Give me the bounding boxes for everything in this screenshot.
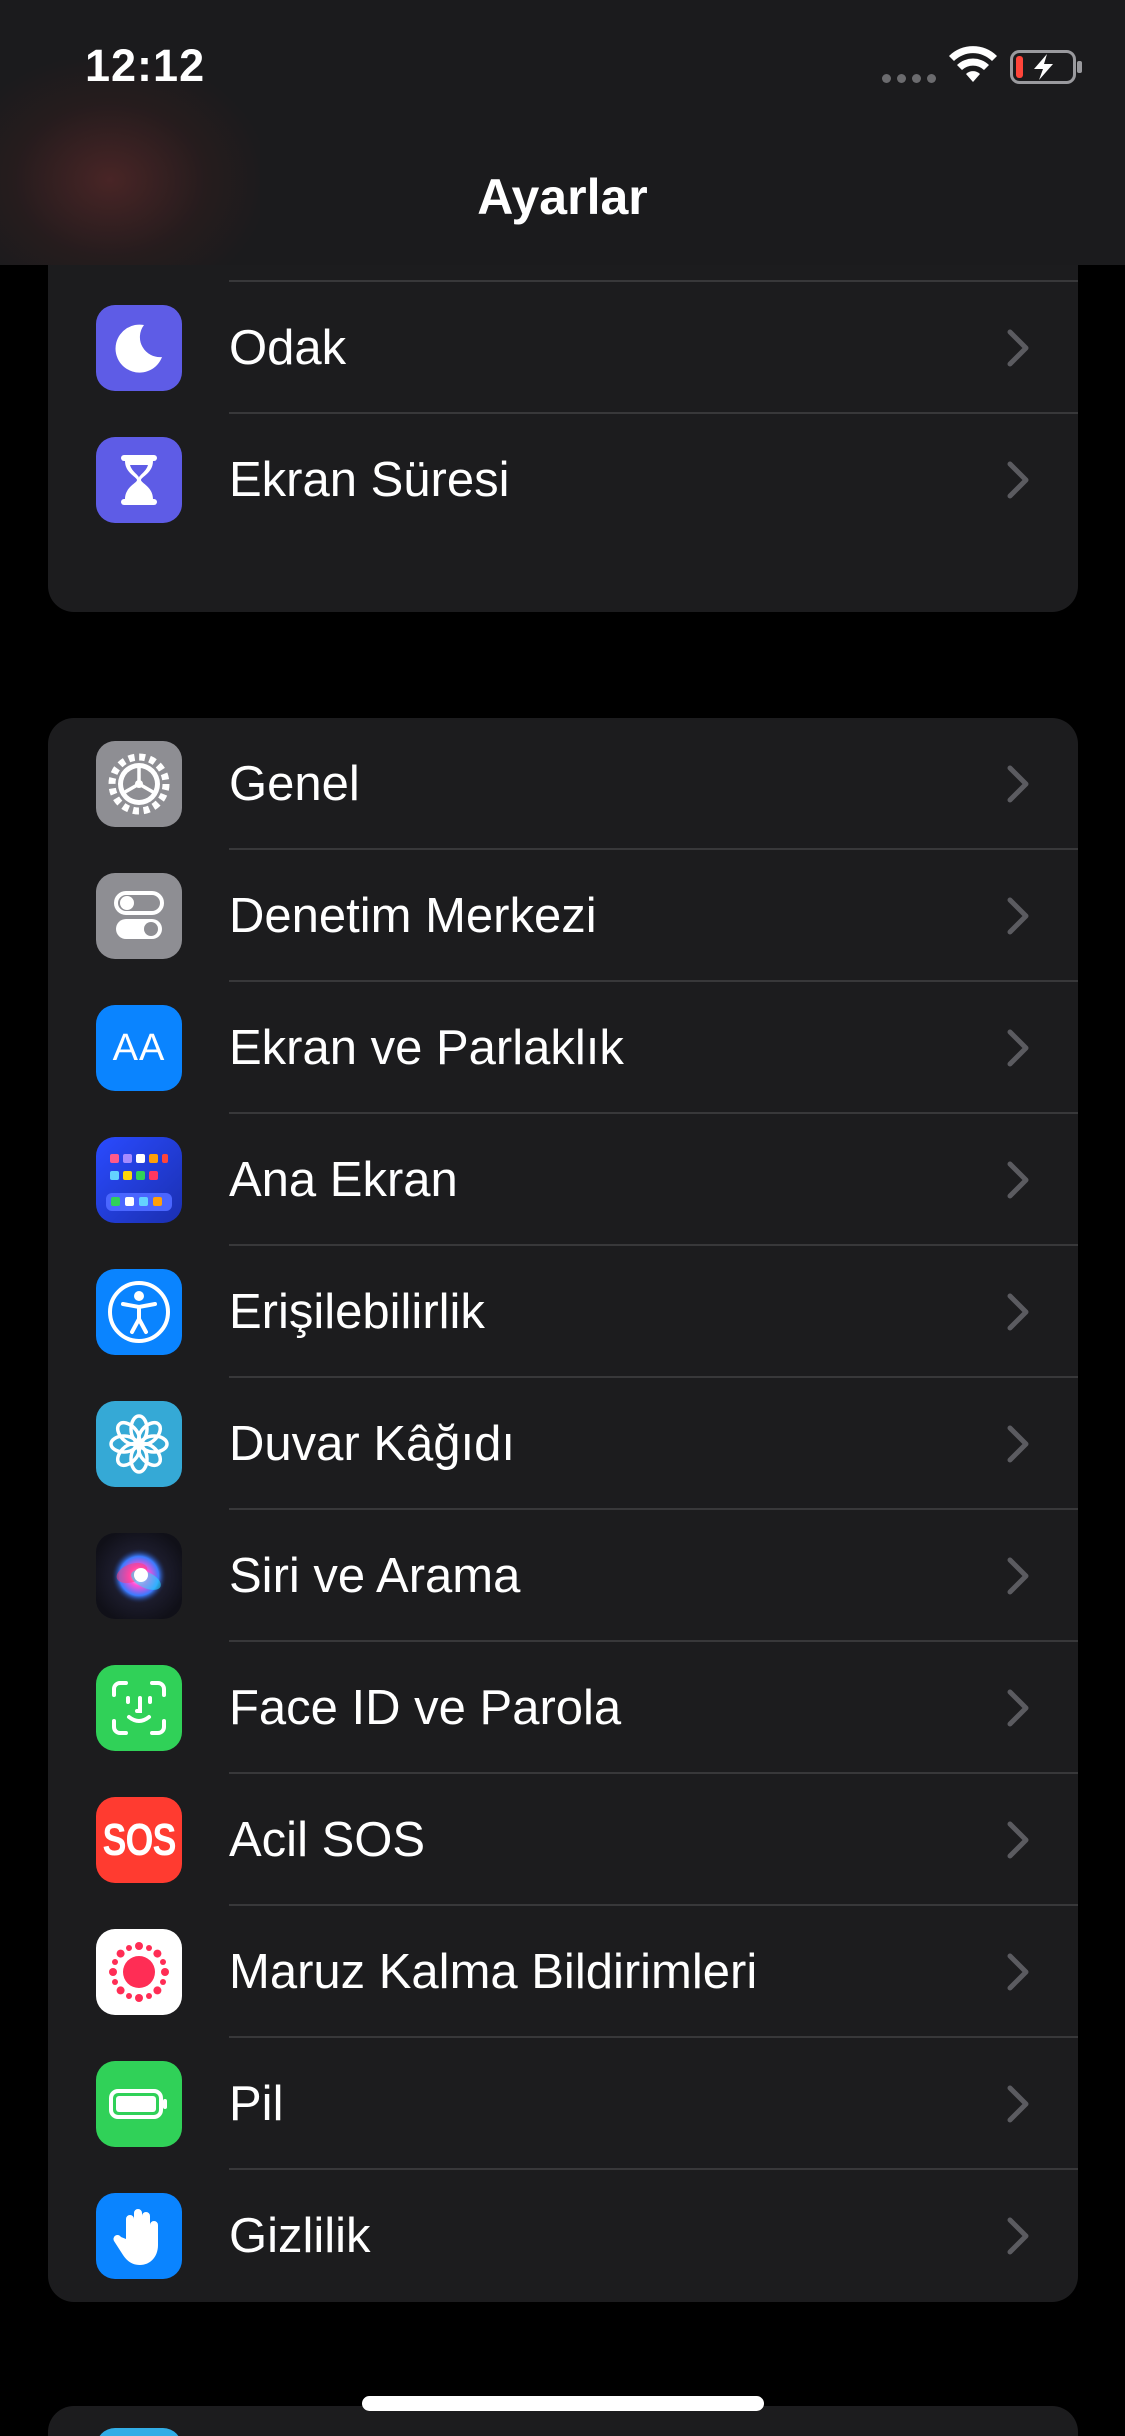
row-label: Siri ve Arama (229, 1549, 521, 1603)
chevron-right-icon (1007, 1029, 1029, 1067)
settings-row-exposure-notifications[interactable]: Maruz Kalma Bildirimleri (48, 1906, 1078, 2038)
settings-group-2: Genel Denetim Merkezi AA Ekran ve Parlak… (48, 718, 1078, 2302)
settings-row-display[interactable]: AA Ekran ve Parlaklık (48, 982, 1078, 1114)
settings-row-focus[interactable]: Odak (48, 282, 1078, 414)
settings-row-wallpaper[interactable]: Duvar Kâğıdı (48, 1378, 1078, 1510)
siri-icon (96, 1533, 182, 1619)
row-label: Face ID ve Parola (229, 1681, 622, 1735)
chevron-right-icon (1007, 1821, 1029, 1859)
row-label: Ana Ekran (229, 1153, 458, 1207)
settings-group-1: Ses ve Dokunuş Odak Ekran Süresi (48, 216, 1078, 612)
battery-charging-icon (1010, 50, 1082, 84)
row-label: Denetim Merkezi (229, 889, 597, 943)
row-label: Ekran Süresi (229, 453, 510, 507)
row-label: Pil (229, 2077, 284, 2131)
chevron-right-icon (1007, 461, 1029, 499)
chevron-right-icon (1007, 1953, 1029, 1991)
settings-row-siri[interactable]: Siri ve Arama (48, 1510, 1078, 1642)
toggles-icon (96, 873, 182, 959)
row-label: Erişilebilirlik (229, 1285, 485, 1339)
row-label: Odak (229, 321, 347, 375)
row-label: Genel (229, 757, 360, 811)
chevron-right-icon (1007, 2217, 1029, 2255)
settings-row-face-id[interactable]: Face ID ve Parola (48, 1642, 1078, 1774)
settings-row-accessibility[interactable]: Erişilebilirlik (48, 1246, 1078, 1378)
chevron-right-icon (1007, 1557, 1029, 1595)
wifi-icon (949, 46, 997, 82)
settings-row-emergency-sos[interactable]: SOS Acil SOS (48, 1774, 1078, 1906)
row-label: Ekran ve Parlaklık (229, 1021, 624, 1075)
hand-icon (96, 2193, 182, 2279)
chevron-right-icon (1007, 765, 1029, 803)
home-grid-icon (96, 1137, 182, 1223)
chevron-right-icon (1007, 329, 1029, 367)
row-label: Gizlilik (229, 2209, 371, 2263)
gear-icon (96, 741, 182, 827)
status-time: 12:12 (85, 40, 206, 91)
battery-icon (96, 2061, 182, 2147)
hourglass-icon (96, 437, 182, 523)
text-size-icon-text: AA (112, 1026, 166, 1069)
row-label: Maruz Kalma Bildirimleri (229, 1945, 758, 1999)
cellular-signal-icon (882, 74, 936, 83)
chevron-right-icon (1007, 2085, 1029, 2123)
chevron-right-icon (1007, 1161, 1029, 1199)
exposure-icon (96, 1929, 182, 2015)
chevron-right-icon (1007, 1293, 1029, 1331)
navigation-header: 12:12 Ayarlar (0, 0, 1125, 265)
sos-icon-text: SOS (102, 1813, 176, 1865)
text-size-icon: AA (96, 1005, 182, 1091)
flower-icon (96, 1401, 182, 1487)
moon-icon (96, 305, 182, 391)
settings-row-battery[interactable]: Pil (48, 2038, 1078, 2170)
settings-row-screen-time[interactable]: Ekran Süresi (48, 414, 1078, 546)
settings-row-privacy[interactable]: Gizlilik (48, 2170, 1078, 2302)
next-row-icon (96, 2428, 182, 2436)
settings-row-general[interactable]: Genel (48, 718, 1078, 850)
settings-row-home-screen[interactable]: Ana Ekran (48, 1114, 1078, 1246)
chevron-right-icon (1007, 897, 1029, 935)
settings-row-control-center[interactable]: Denetim Merkezi (48, 850, 1078, 982)
chevron-right-icon (1007, 1425, 1029, 1463)
face-id-icon (96, 1665, 182, 1751)
home-indicator[interactable] (362, 2396, 764, 2411)
row-label: Acil SOS (229, 1813, 426, 1867)
chevron-right-icon (1007, 1689, 1029, 1727)
sos-icon: SOS (96, 1797, 182, 1883)
page-title: Ayarlar (477, 169, 648, 225)
accessibility-icon (96, 1269, 182, 1355)
row-label: Duvar Kâğıdı (229, 1417, 515, 1471)
